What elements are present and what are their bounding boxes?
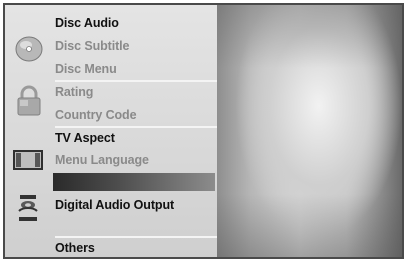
menu-item-rating[interactable]: Rating [55,82,215,102]
menu-item-tv-aspect[interactable]: TV Aspect [55,128,215,148]
menu-item-disc-subtitle[interactable]: Disc Subtitle [55,36,215,56]
preview-shading [217,5,402,257]
speaker-icon [11,193,47,225]
menu-item-digital-audio-output[interactable]: Digital Audio Output [55,195,215,215]
disc-icon [11,33,47,65]
tv-screen-icon [11,143,47,175]
setup-menu-window: Disc Audio Disc Subtitle Disc Menu Ratin… [0,0,407,262]
video-preview-area [217,5,402,257]
lock-icon [11,85,47,117]
menu-item-disc-menu[interactable]: Disc Menu [55,59,215,79]
menu-item-country-code[interactable]: Country Code [55,105,215,125]
menu-divider-dark [53,173,215,191]
menu-item-disc-audio[interactable]: Disc Audio [55,13,215,33]
setup-menu-panel: Disc Audio Disc Subtitle Disc Menu Ratin… [5,5,217,257]
menu-item-others[interactable]: Others [55,238,215,257]
osd-screen: Disc Audio Disc Subtitle Disc Menu Ratin… [3,3,404,259]
menu-item-menu-language[interactable]: Menu Language [55,150,215,170]
